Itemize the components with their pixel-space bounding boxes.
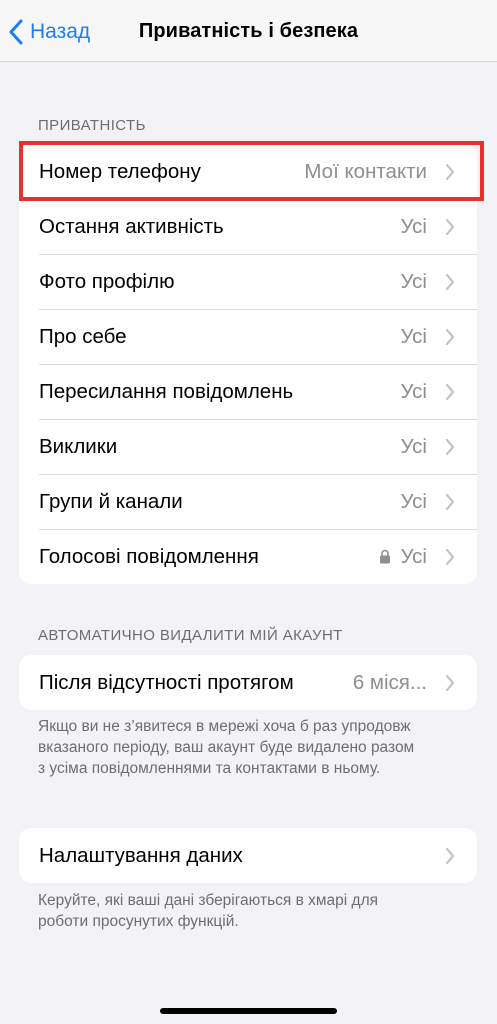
chevron-right-icon (445, 548, 455, 566)
auto-delete-section-header: АВТОМАТИЧНО ВИДАЛИТИ МІЙ АКАУНТ (38, 627, 343, 644)
home-indicator (160, 1008, 337, 1014)
row-phone-number[interactable]: Номер телефону Мої контакти (19, 144, 477, 199)
row-groups-channels[interactable]: Групи й канали Усі (19, 474, 477, 529)
row-label: Налаштування даних (39, 843, 243, 867)
row-value: Мої контакти (304, 159, 427, 183)
row-label: Пересилання повідомлень (39, 379, 294, 403)
row-last-seen[interactable]: Остання активність Усі (19, 199, 477, 254)
row-label: Остання активність (39, 214, 224, 238)
row-value: Усі (400, 214, 427, 238)
row-bio[interactable]: Про себе Усі (19, 309, 477, 364)
privacy-security-screen: Назад Приватність і безпека ПРИВАТНІСТЬ … (0, 0, 497, 1024)
chevron-right-icon (445, 847, 455, 865)
row-data-settings[interactable]: Налаштування даних (19, 828, 477, 883)
privacy-section-header: ПРИВАТНІСТЬ (38, 117, 146, 134)
chevron-right-icon (445, 218, 455, 236)
row-label: Голосові повідомлення (39, 544, 259, 568)
row-label: Після відсутності протягом (39, 670, 294, 694)
row-value: Усі (400, 544, 427, 568)
row-forwarded-messages[interactable]: Пересилання повідомлень Усі (19, 364, 477, 419)
chevron-right-icon (445, 438, 455, 456)
row-label: Групи й канали (39, 489, 183, 513)
row-value: 6 міся... (352, 670, 427, 694)
row-label: Фото профілю (39, 269, 175, 293)
page-title: Приватність і безпека (138, 20, 359, 42)
chevron-right-icon (445, 383, 455, 401)
auto-delete-footnote: Якщо ви не з’явитеся в мережі хоча б раз… (38, 718, 415, 777)
lock-icon (379, 549, 391, 564)
row-voice-messages[interactable]: Голосові повідомлення Усі (19, 529, 477, 584)
data-settings-footnote: Керуйте, які ваші дані зберігаються в хм… (38, 892, 379, 930)
chevron-right-icon (445, 328, 455, 346)
row-profile-photo[interactable]: Фото профілю Усі (19, 254, 477, 309)
chevron-right-icon (445, 493, 455, 511)
chevron-right-icon (445, 273, 455, 291)
row-calls[interactable]: Виклики Усі (19, 419, 477, 474)
privacy-group: Номер телефону Мої контакти Остання акти… (19, 144, 477, 584)
auto-delete-group: Після відсутності протягом 6 міся... (19, 655, 477, 710)
row-value: Усі (400, 269, 427, 293)
row-label: Про себе (39, 324, 127, 348)
row-value: Усі (400, 489, 427, 513)
data-settings-group: Налаштування даних (19, 828, 477, 883)
navigation-bar: Назад Приватність і безпека (0, 0, 497, 62)
row-label: Номер телефону (39, 159, 201, 183)
chevron-right-icon (445, 163, 455, 181)
row-label: Виклики (39, 434, 118, 458)
row-inactive-period[interactable]: Після відсутності протягом 6 міся... (19, 655, 477, 710)
row-value: Усі (400, 379, 427, 403)
chevron-right-icon (445, 674, 455, 692)
row-value: Усі (400, 434, 427, 458)
row-value: Усі (400, 324, 427, 348)
